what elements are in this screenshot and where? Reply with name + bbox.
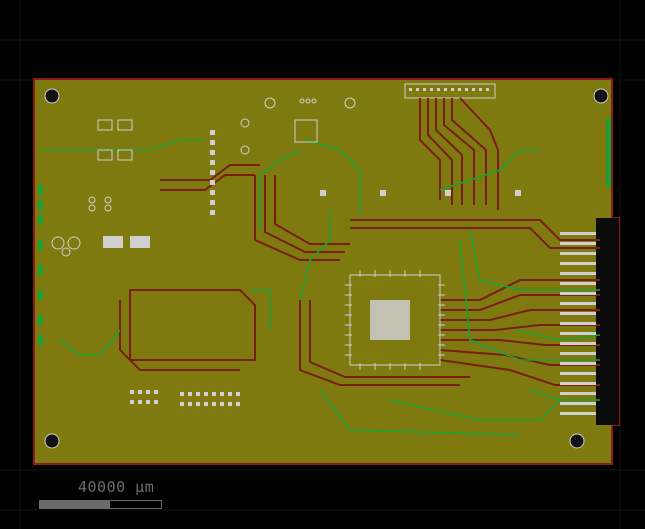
scale-bar-label: 40000 µm <box>78 478 155 496</box>
pcb-board-canvas[interactable] <box>0 0 645 529</box>
edge-connector-icon[interactable] <box>596 218 619 425</box>
board-outline <box>33 78 620 465</box>
scale-bar-fill <box>40 501 111 508</box>
scale-bar <box>39 500 162 509</box>
pcb-layout-viewer[interactable]: 40000 µm <box>0 0 645 529</box>
